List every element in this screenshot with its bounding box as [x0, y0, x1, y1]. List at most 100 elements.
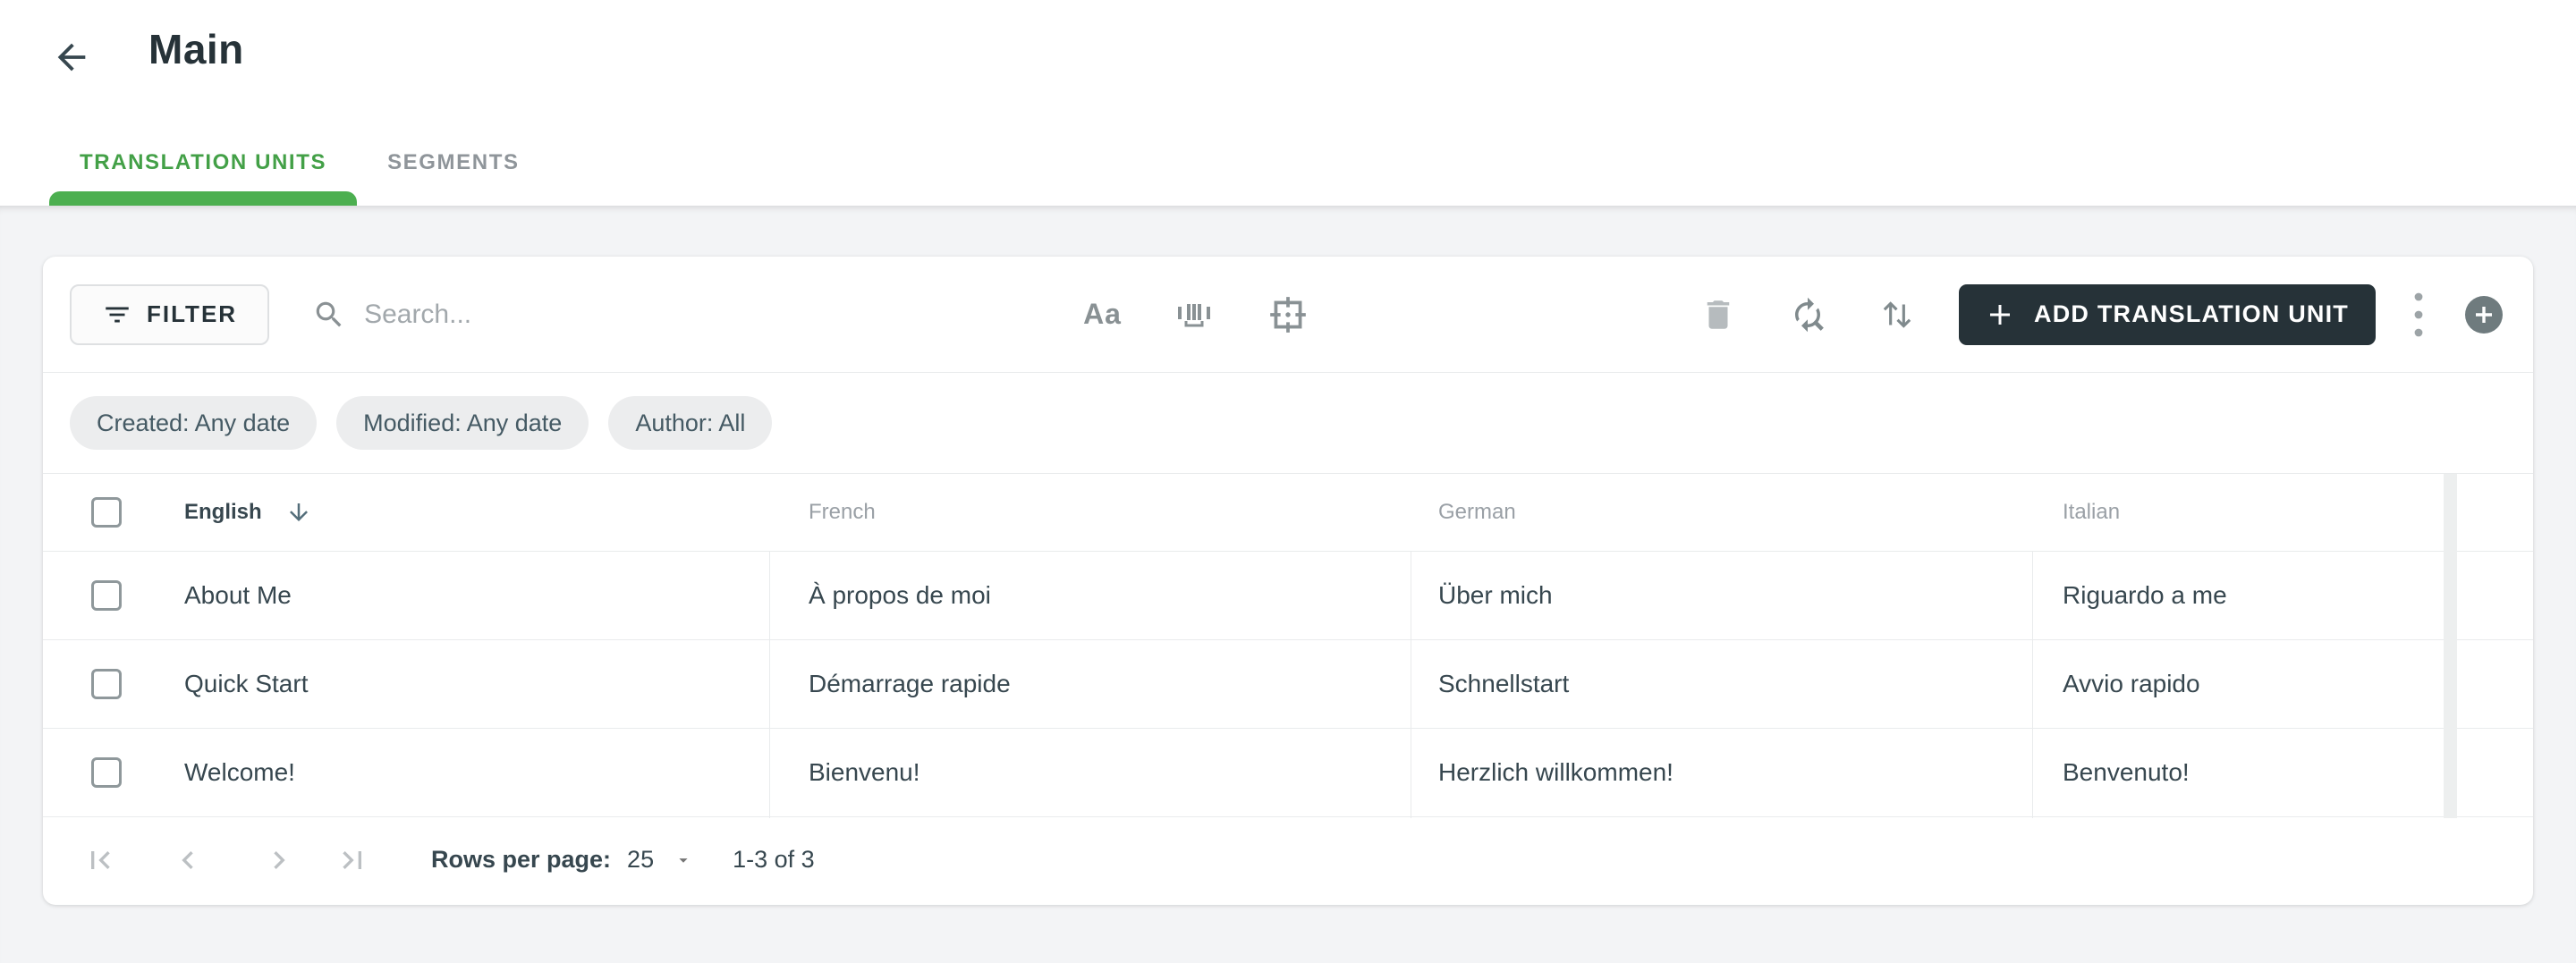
table-header-row: English French German Italian: [43, 474, 2533, 552]
last-page-button[interactable]: [335, 842, 370, 878]
regex-icon: [1270, 296, 1306, 333]
more-options-button[interactable]: [2402, 288, 2435, 342]
chip-label: Author: All: [635, 409, 746, 436]
translation-units-card: FILTER Aa: [43, 257, 2533, 905]
add-translation-unit-label: ADD TRANSLATION UNIT: [2034, 300, 2349, 327]
filter-icon: [106, 307, 129, 322]
tab-translation-units[interactable]: TRANSLATION UNITS: [49, 120, 358, 206]
search-input[interactable]: [362, 298, 980, 331]
chip-label: Created: Any date: [97, 409, 291, 436]
filter-button[interactable]: FILTER: [70, 283, 270, 345]
toolbar: FILTER Aa: [43, 257, 2533, 373]
column-header-french[interactable]: French: [769, 500, 1411, 525]
tab-segments[interactable]: SEGMENTS: [357, 120, 549, 206]
arrow-left-icon: [57, 43, 86, 72]
cell-text: Avvio rapido: [2063, 670, 2200, 697]
tab-bar: TRANSLATION UNITS SEGMENTS: [49, 120, 550, 206]
chevron-left-icon: [182, 850, 193, 869]
content-area: FILTER Aa: [0, 206, 2576, 963]
whole-word-icon: [1177, 303, 1210, 326]
rows-per-page-label: Rows per page:: [431, 846, 612, 873]
next-page-button[interactable]: [261, 842, 297, 878]
cell-text: Herzlich willkommen!: [1438, 758, 1674, 786]
delete-button[interactable]: [1699, 296, 1737, 334]
cell-text: Bienvenu!: [809, 758, 920, 786]
column-header-english[interactable]: English: [43, 497, 769, 528]
column-header-german[interactable]: German: [1411, 500, 2032, 525]
cell-text: Quick Start: [184, 670, 309, 697]
filter-button-label: FILTER: [147, 300, 238, 327]
tab-label: SEGMENTS: [387, 150, 520, 174]
page-range-label: 1-3 of 3: [733, 846, 815, 873]
back-button[interactable]: [47, 32, 97, 82]
table-row[interactable]: Quick Start Démarrage rapide Schnellstar…: [43, 640, 2533, 729]
cell-english: About Me: [43, 580, 769, 611]
sort-button[interactable]: [1878, 295, 1916, 334]
active-tab-indicator: [49, 191, 358, 206]
cell-french: Démarrage rapide: [769, 670, 1411, 698]
sort-arrows-icon: [1883, 300, 1911, 328]
cell-text: À propos de moi: [809, 581, 991, 609]
column-header-italian[interactable]: Italian: [2032, 500, 2444, 525]
screen: Main TRANSLATION UNITS SEGMENTS FILTER S…: [0, 0, 2576, 963]
rows-per-page-select[interactable]: 25: [627, 846, 693, 874]
plus-icon: [1990, 304, 2011, 325]
find-replace-icon: [1795, 297, 1824, 332]
cell-german: Herzlich willkommen!: [1411, 758, 2032, 787]
chip-label: Modified: Any date: [363, 409, 563, 436]
cell-text: Démarrage rapide: [809, 670, 1011, 697]
cell-italian: Avvio rapido: [2032, 670, 2444, 698]
triangle-down-icon: [679, 857, 688, 863]
find-replace-button[interactable]: [1789, 296, 1826, 334]
cell-text: Schnellstart: [1438, 670, 1570, 697]
cell-italian: Riguardo a me: [2032, 581, 2444, 610]
row-checkbox[interactable]: [91, 580, 122, 611]
cell-french: À propos de moi: [769, 581, 1411, 610]
translation-units-table: English French German Italian About Me À…: [43, 474, 2533, 818]
scrollbar-track[interactable]: [2444, 474, 2457, 818]
sort-desc-arrow-icon: [289, 503, 308, 521]
select-all-checkbox[interactable]: [91, 497, 122, 528]
search-box: [312, 298, 980, 332]
column-label: Italian: [2063, 500, 2121, 524]
search-options: Aa: [1083, 293, 1309, 336]
previous-page-button[interactable]: [170, 842, 206, 878]
chevron-right-icon: [274, 850, 285, 869]
filter-chip-modified[interactable]: Modified: Any date: [336, 396, 589, 450]
cell-french: Bienvenu!: [769, 758, 1411, 787]
table-row[interactable]: Welcome! Bienvenu! Herzlich willkommen! …: [43, 729, 2533, 817]
match-case-icon: Aa: [1083, 298, 1122, 330]
pagination-bar: Rows per page: 25 1-3 of 3: [43, 817, 2533, 902]
cell-italian: Benvenuto!: [2032, 758, 2444, 787]
cell-text: Riguardo a me: [2063, 581, 2227, 609]
filter-chip-created[interactable]: Created: Any date: [70, 396, 318, 450]
first-page-icon: [91, 850, 110, 869]
row-checkbox[interactable]: [91, 757, 122, 788]
row-checkbox[interactable]: [91, 669, 122, 699]
whole-word-button[interactable]: [1174, 296, 1215, 334]
add-translation-unit-button[interactable]: ADD TRANSLATION UNIT: [1959, 283, 2376, 345]
page-title: Main: [148, 26, 244, 72]
top-header: Main TRANSLATION UNITS SEGMENTS: [0, 0, 2576, 206]
table-row[interactable]: About Me À propos de moi Über mich Rigua…: [43, 552, 2533, 640]
toolbar-actions: [1699, 295, 1916, 334]
tab-label: TRANSLATION UNITS: [80, 150, 327, 174]
first-page-button[interactable]: [82, 842, 118, 878]
kebab-menu-icon: [2414, 292, 2423, 336]
search-icon: [316, 301, 342, 326]
cell-english: Welcome!: [43, 757, 769, 788]
quick-add-button[interactable]: [2465, 295, 2503, 334]
cell-german: Schnellstart: [1411, 670, 2032, 698]
cell-text: Benvenuto!: [2063, 758, 2190, 786]
rows-per-page-value: 25: [627, 846, 655, 873]
plus-circle-icon: [2476, 306, 2492, 323]
trash-icon: [1707, 300, 1730, 329]
filter-chips-row: Created: Any date Modified: Any date Aut…: [43, 373, 2533, 474]
regex-button[interactable]: [1267, 293, 1309, 336]
column-label: English: [184, 500, 262, 524]
column-divider: [2032, 552, 2033, 818]
cell-text: About Me: [184, 581, 292, 609]
filter-chip-author[interactable]: Author: All: [608, 396, 773, 450]
cell-text: Welcome!: [184, 758, 295, 786]
match-case-button[interactable]: Aa: [1083, 298, 1122, 331]
